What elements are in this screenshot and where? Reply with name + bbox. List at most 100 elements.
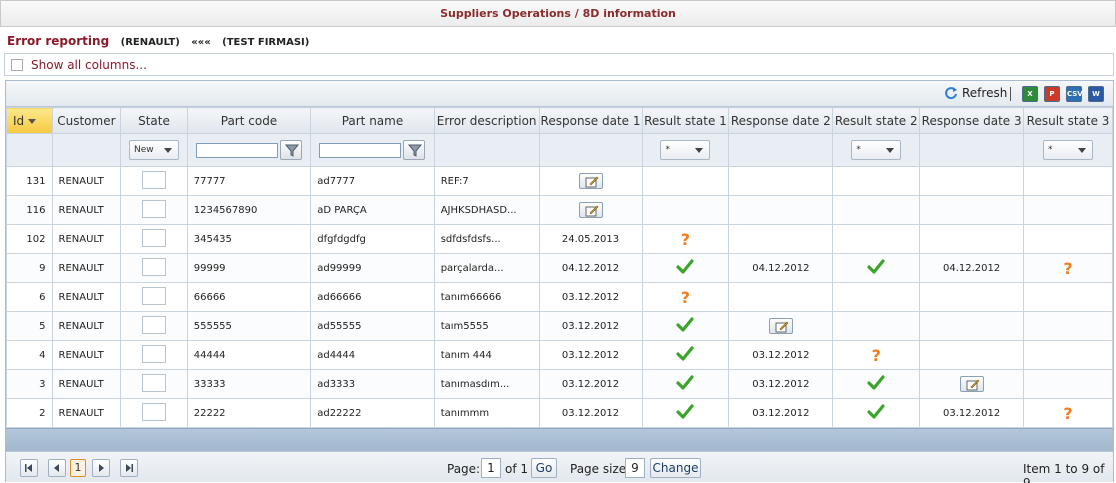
show-all-columns[interactable]: Show all columns... [4, 53, 1114, 76]
edit-icon[interactable] [578, 173, 603, 189]
check-icon [867, 258, 885, 278]
cell-state [120, 311, 188, 341]
first-page-button[interactable] [20, 459, 38, 477]
toolbar-separator [1010, 87, 1011, 101]
column-header-customer[interactable]: Customer [51, 107, 122, 134]
question-icon: ? [1063, 403, 1073, 423]
column-header-response-date-2[interactable]: Response date 2 [728, 107, 834, 134]
column-header-result-state-3[interactable]: Result state 3 [1023, 107, 1113, 134]
cell-error-description: taım5555 [433, 311, 540, 341]
column-header-state[interactable]: State [120, 107, 188, 134]
cell-result-state-3: ? [1023, 253, 1113, 283]
question-icon: ? [680, 287, 691, 307]
cell-part-code: 22222 [186, 398, 312, 428]
export-excel-icon[interactable]: X [1022, 86, 1038, 102]
cell-error-description: tanım 444 [433, 340, 540, 370]
edit-icon[interactable] [578, 202, 603, 218]
column-header-part-name[interactable]: Part name [310, 107, 435, 134]
prev-page-icon [54, 464, 59, 472]
table-row[interactable]: 9 RENAULT 99999 ad99999 parçalarda... 04.12.2… [6, 253, 1113, 283]
cell-part-code: 77777 [186, 166, 312, 196]
state-filter-select[interactable]: New [128, 140, 179, 160]
last-page-button[interactable] [120, 459, 138, 477]
cell-part-code: 66666 [186, 282, 312, 312]
export-pdf-icon[interactable]: P [1044, 86, 1060, 102]
table-row[interactable]: 116 RENAULT 1234567890 aD PARÇA AJHKSDHASD..… [6, 195, 1113, 225]
grid-footer-band [6, 428, 1113, 451]
cell-part-name: aD PARÇA [310, 195, 435, 225]
cell-result-state-2: ? [832, 340, 921, 370]
column-header-part-code[interactable]: Part code [186, 107, 312, 134]
cell-result-state-3 [1023, 195, 1113, 225]
show-all-label[interactable]: Show all columns... [31, 58, 147, 72]
column-header-response-date-3[interactable]: Response date 3 [919, 107, 1025, 134]
cell-result-state-3 [1023, 369, 1113, 399]
page-size-label: Page size: [570, 462, 631, 476]
question-icon: ? [871, 345, 881, 365]
breadcrumb-label: Error reporting [7, 34, 110, 48]
next-page-button[interactable] [92, 459, 110, 477]
page-size-input[interactable]: 9 [625, 458, 645, 478]
state-indicator [141, 344, 166, 363]
result-state-3-filter-select[interactable]: * [1043, 140, 1094, 160]
export-csv-icon[interactable]: CSV [1066, 86, 1083, 102]
export-word-icon[interactable]: W [1088, 86, 1104, 102]
cell-id: 3 [6, 369, 53, 399]
cell-response-date-1: 03.12.2012 [538, 398, 643, 428]
show-all-checkbox[interactable] [11, 59, 23, 71]
column-header-response-date-1[interactable]: Response date 1 [538, 107, 643, 134]
cell-response-date-1 [538, 166, 643, 196]
edit-icon[interactable] [959, 376, 984, 392]
result-state-2-filter-select[interactable]: * [851, 140, 902, 160]
table-row[interactable]: 3 RENAULT 33333 ad3333 tanımasdım... 03.12.20… [6, 369, 1113, 399]
table-row[interactable]: 131 RENAULT 77777 ad7777 REF:7 [6, 166, 1113, 196]
refresh-label[interactable]: Refresh [962, 86, 1007, 100]
filter-cell [919, 133, 1025, 167]
cell-result-state-1 [641, 398, 730, 428]
table-row[interactable]: 5 RENAULT 555555 ad55555 taım5555 03.12.2012 [6, 311, 1113, 341]
refresh-button[interactable]: Refresh [944, 86, 1007, 100]
part-code-filter-button[interactable] [279, 140, 302, 160]
cell-result-state-2 [832, 253, 921, 283]
cell-part-name: ad22222 [310, 398, 435, 428]
cell-response-date-1: 04.12.2012 [538, 253, 643, 283]
part-name-filter-input[interactable] [319, 142, 402, 158]
page-input[interactable]: 1 [481, 458, 501, 478]
cell-result-state-2 [832, 282, 921, 312]
cell-state [120, 166, 188, 196]
funnel-icon [284, 144, 299, 157]
cell-response-date-2 [728, 282, 834, 312]
part-code-filter-input[interactable] [195, 142, 278, 158]
column-header-id[interactable]: Id [6, 107, 53, 134]
change-button[interactable]: Change [650, 458, 701, 478]
table-row[interactable]: 2 RENAULT 22222 ad22222 tanımmm 03.12.2012 03.… [6, 398, 1113, 428]
column-header-result-state-1[interactable]: Result state 1 [641, 107, 730, 134]
cell-response-date-1: 24.05.2013 [538, 224, 643, 254]
table-row[interactable]: 6 RENAULT 66666 ad66666 tanım66666 03.12.2012… [6, 282, 1113, 312]
breadcrumb-separator: ««« [191, 37, 211, 48]
filter-cell [186, 133, 312, 167]
filter-cell [538, 133, 643, 167]
edit-icon[interactable] [768, 318, 793, 334]
table-row[interactable]: 4 RENAULT 44444 ad4444 tanım 444 03.12.2012 03… [6, 340, 1113, 370]
go-button[interactable]: Go [531, 458, 557, 478]
check-icon [867, 374, 885, 394]
prev-page-button[interactable] [48, 459, 66, 477]
cell-customer: RENAULT [51, 195, 122, 225]
cell-response-date-3 [919, 166, 1025, 196]
cell-response-date-2 [728, 224, 834, 254]
result-state-1-filter-select[interactable]: * [660, 140, 711, 160]
column-header-result-state-2[interactable]: Result state 2 [832, 107, 921, 134]
cell-id: 131 [6, 166, 53, 196]
cell-id: 102 [6, 224, 53, 254]
table-body: 131 RENAULT 77777 ad7777 REF:7 116 RENAULT 1234… [6, 166, 1113, 428]
filter-cell [728, 133, 834, 167]
cell-id: 5 [6, 311, 53, 341]
current-page-indicator[interactable]: 1 [70, 459, 86, 477]
part-name-filter-button[interactable] [403, 140, 426, 160]
cell-response-date-3 [919, 311, 1025, 341]
cell-response-date-2: 03.12.2012 [728, 398, 834, 428]
cell-part-name: ad66666 [310, 282, 435, 312]
column-header-error-description[interactable]: Error description [433, 107, 540, 134]
table-row[interactable]: 102 RENAULT 345435 dfgfdgdfg sdfdsfdsfs... 24… [6, 224, 1113, 254]
